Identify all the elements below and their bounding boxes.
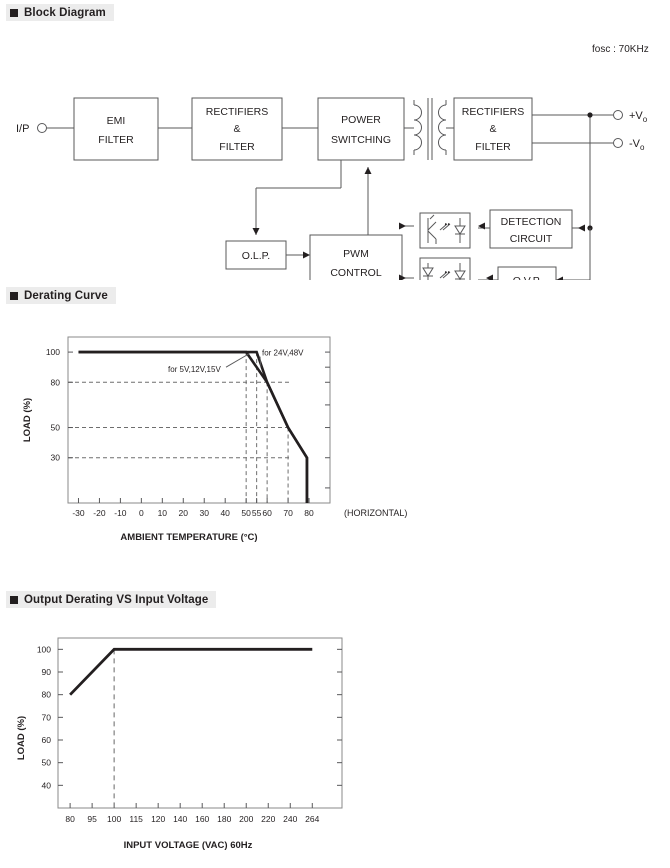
x-axis-title: INPUT VOLTAGE (VAC) 60Hz — [124, 840, 253, 851]
label-rect-pri-3: FILTER — [219, 141, 255, 153]
section-bullet-icon — [10, 291, 18, 300]
input-terminal-circle — [37, 123, 47, 133]
block-emi-filter — [73, 97, 159, 161]
xtick-label: 115 — [129, 814, 143, 824]
orientation-note: (HORIZONTAL) — [344, 508, 407, 518]
xtick-label: 80 — [304, 508, 314, 518]
arrow-into-ovp — [556, 276, 563, 280]
output-terminal-negative-label: -Vo — [629, 138, 645, 152]
block-diagram: fosc : 70KHz I/P +Vo -Vo EMI FILTER RECT… — [0, 30, 670, 280]
x-axis-title: AMBIENT TEMPERATURE (°C) — [120, 532, 257, 543]
xtick-label: 95 — [87, 814, 97, 824]
xtick-label: 160 — [195, 814, 209, 824]
section-title-derating-curve: Derating Curve — [24, 289, 108, 302]
ytick-label: 90 — [42, 667, 52, 677]
ytick-label: 40 — [42, 780, 52, 790]
xtick-label: 30 — [200, 508, 210, 518]
arrow-ovp-to-opto2 — [486, 274, 493, 280]
label-rect-pri-1: RECTIFIERS — [206, 106, 268, 118]
xtick-label: -10 — [114, 508, 127, 518]
xtick-label: 0 — [139, 508, 144, 518]
label-emi-filter-1: EMI — [107, 115, 126, 127]
fosc-note: fosc : 70KHz — [592, 44, 649, 55]
section-title-output-derating: Output Derating VS Input Voltage — [24, 593, 209, 606]
output-terminal-negative-circle — [613, 138, 623, 148]
xtick-label: 120 — [151, 814, 165, 824]
ytick-label: 100 — [46, 347, 60, 357]
junction-dot-output — [587, 112, 593, 118]
output-terminal-positive-circle — [613, 110, 623, 120]
label-emi-filter-2: FILTER — [98, 134, 134, 146]
section-header-block-diagram: Block Diagram — [6, 4, 114, 21]
annotation-5v12v15v: for 5V,12V,15V — [168, 365, 221, 374]
xtick-label: 264 — [305, 814, 319, 824]
label-power-switching-1: POWER — [341, 114, 381, 126]
output-terminal-positive-label: +Vo — [629, 110, 648, 124]
xtick-label: 40 — [220, 508, 230, 518]
annotation-24v48v: for 24V,48V — [262, 349, 304, 358]
y-axis-title: LOAD (%) — [22, 398, 33, 442]
ytick-label: 70 — [42, 712, 52, 722]
arrow-to-olp — [252, 228, 260, 235]
arrow-into-detection — [578, 224, 585, 232]
ytick-label: 80 — [42, 690, 52, 700]
xtick-label: -30 — [72, 508, 85, 518]
xtick-label: 100 — [107, 814, 121, 824]
label-pwm-1: PWM — [343, 248, 369, 260]
label-rect-sec-3: FILTER — [475, 141, 511, 153]
label-pwm-2: CONTROL — [330, 267, 381, 279]
xtick-label: 20 — [179, 508, 189, 518]
block-power-switching — [317, 97, 405, 161]
arrow-to-power-switching — [364, 167, 372, 174]
arrow-opto1-to-pwm — [399, 222, 406, 230]
output-derating-chart: 40 50 60 70 80 90 100 80 95 100 115 120 140 160 180 200… — [0, 618, 420, 863]
label-detection-1: DETECTION — [501, 216, 562, 228]
section-bullet-icon — [10, 595, 18, 604]
xtick-label: 70 — [283, 508, 293, 518]
ytick-label: 50 — [42, 758, 52, 768]
label-olp: O.L.P. — [242, 250, 270, 262]
section-header-derating-curve: Derating Curve — [6, 287, 116, 304]
label-power-switching-2: SWITCHING — [331, 134, 391, 146]
label-rect-sec-1: RECTIFIERS — [462, 106, 524, 118]
xtick-label: 180 — [217, 814, 231, 824]
derating-curve-chart: 30 50 80 100 -30 -20 -10 0 10 20 30 40 50 55 60 70 80 for… — [0, 315, 460, 575]
arrow-olp-to-pwm — [303, 251, 310, 259]
xtick-label: 60 — [262, 508, 272, 518]
ytick-label: 30 — [51, 453, 61, 463]
ytick-label: 100 — [37, 644, 51, 654]
section-bullet-icon — [10, 8, 18, 17]
xtick-label: 220 — [261, 814, 275, 824]
section-title-block-diagram: Block Diagram — [24, 6, 106, 19]
xtick-label: 140 — [173, 814, 187, 824]
label-ovp: O.V.P. — [513, 275, 542, 280]
xtick-label: 10 — [158, 508, 168, 518]
xtick-label: 50 — [241, 508, 251, 518]
xtick-label: 55 — [252, 508, 262, 518]
xtick-label: 80 — [65, 814, 75, 824]
ytick-label: 50 — [51, 423, 61, 433]
plot-frame — [67, 336, 331, 504]
input-terminal-label: I/P — [16, 123, 29, 135]
ytick-label: 60 — [42, 735, 52, 745]
ytick-label: 80 — [51, 377, 61, 387]
y-axis-title: LOAD (%) — [16, 716, 27, 760]
xtick-label: 240 — [283, 814, 297, 824]
xtick-label: -20 — [93, 508, 106, 518]
label-detection-2: CIRCUIT — [510, 233, 553, 245]
label-rect-sec-2: & — [489, 123, 496, 135]
xtick-label: 200 — [239, 814, 253, 824]
section-header-output-derating: Output Derating VS Input Voltage — [6, 591, 217, 608]
label-rect-pri-2: & — [233, 123, 240, 135]
